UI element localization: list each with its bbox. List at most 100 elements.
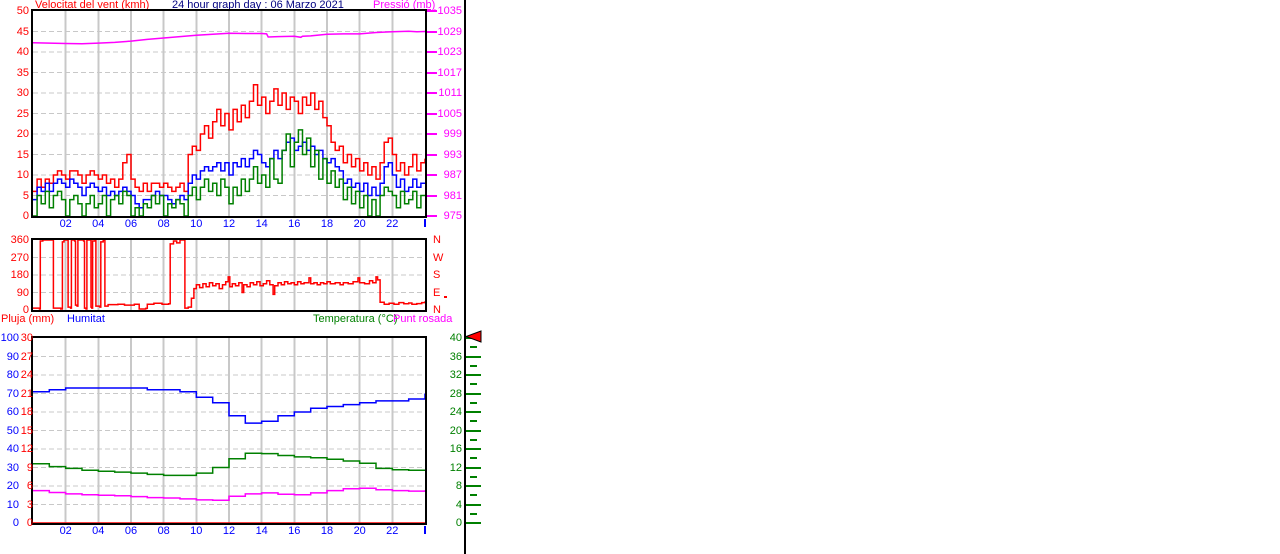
wind-axis-label: 35 — [16, 66, 29, 79]
x-axis-end-tick — [424, 526, 426, 534]
chart-canvas — [33, 338, 425, 523]
temp-axis-label: 36 — [449, 350, 462, 363]
temp-axis-label: 28 — [449, 387, 462, 400]
pressure-axis-label: 1005 — [437, 107, 462, 120]
pressure-axis-label: 1011 — [438, 87, 462, 99]
hour-label-top: 02 — [59, 218, 72, 230]
rain-axis-label: 15 — [20, 424, 33, 437]
pressure-axis-label: 981 — [443, 189, 462, 202]
hour-label-bottom: 04 — [92, 525, 105, 537]
humidity-axis-label: 50 — [6, 424, 19, 437]
pressure-axis-tick — [427, 10, 437, 12]
hour-label-bottom: 10 — [190, 525, 203, 537]
temp-axis-tick-major — [466, 485, 481, 487]
temp-axis-label: 20 — [449, 424, 462, 437]
hour-label-bottom: 14 — [255, 525, 268, 537]
rain-axis-label: 3 — [26, 498, 33, 511]
humidity-axis-label: 20 — [6, 480, 19, 492]
rain-axis-label: 9 — [26, 461, 33, 474]
humidity-axis-label: 90 — [6, 350, 19, 363]
hour-label-top: 14 — [255, 218, 268, 230]
direction-axis-label: 360 — [10, 234, 29, 246]
legend-dewpoint: Punt rosada — [393, 313, 453, 325]
humidity-axis-label: 40 — [6, 443, 19, 455]
temp-axis-tick-major — [466, 522, 481, 524]
pressure-axis-label: 1029 — [437, 25, 462, 38]
temp-axis-tick-minor — [470, 346, 477, 349]
wind-direction-chart — [31, 238, 427, 312]
hour-label-top: 16 — [288, 218, 301, 230]
wind-axis-label: 15 — [16, 148, 29, 161]
current-value-arrow-icon — [465, 330, 482, 343]
temp-axis-tick-major — [466, 448, 481, 450]
wind-axis-label: 20 — [16, 128, 29, 140]
hour-label-bottom: 22 — [386, 525, 399, 537]
hour-label-bottom: 06 — [124, 525, 138, 537]
pressure-axis-tick — [427, 112, 437, 115]
pressure-axis-tick — [427, 215, 437, 217]
temp-humidity-rain-chart — [31, 336, 427, 525]
pressure-axis-tick — [427, 133, 437, 135]
rain-axis-label: 6 — [26, 480, 33, 492]
humidity-axis-label: 60 — [6, 406, 19, 418]
rain-axis-label: 24 — [20, 369, 33, 381]
hour-label-bottom: 12 — [222, 525, 236, 537]
legend-temperature: Temperatura (°C) — [313, 313, 398, 325]
wind-axis-label: 40 — [16, 46, 29, 58]
pressure-axis-label: 999 — [443, 128, 462, 140]
temp-axis-tick-major — [466, 429, 481, 432]
temp-axis-label: 32 — [449, 369, 462, 381]
humidity-axis-label: 70 — [6, 387, 19, 400]
pressure-axis-tick — [427, 51, 437, 53]
temp-axis-tick-minor — [470, 512, 477, 515]
rain-axis-label: 12 — [20, 443, 33, 455]
direction-compass-label: S — [433, 269, 441, 281]
direction-axis-label: 90 — [16, 286, 29, 299]
direction-compass-label: W — [433, 251, 444, 264]
temp-axis-label: 24 — [449, 406, 462, 418]
direction-axis-dot — [444, 296, 447, 298]
chart-canvas — [33, 240, 425, 310]
rain-axis-label: 18 — [20, 406, 33, 418]
temp-axis-label: 16 — [449, 443, 462, 455]
direction-axis-label: 270 — [10, 251, 29, 264]
pressure-axis-tick — [427, 71, 437, 74]
hour-label-top: 18 — [320, 218, 334, 230]
rain-axis-label: 0 — [26, 517, 33, 529]
temp-axis-label: 8 — [455, 480, 462, 492]
wind-axis-label: 50 — [16, 5, 29, 17]
hour-label-top: 10 — [190, 218, 203, 230]
pressure-axis-label: 975 — [443, 210, 462, 222]
temp-axis-tick-major — [466, 374, 481, 376]
temp-axis-label: 0 — [455, 517, 462, 529]
wind-axis-label: 5 — [22, 189, 29, 202]
rain-axis-label: 30 — [20, 332, 33, 344]
temp-axis-tick-major — [466, 355, 481, 358]
legend-rain: Pluja (mm) — [1, 313, 55, 325]
pressure-axis-label: 1035 — [437, 5, 462, 17]
direction-axis-label: 180 — [10, 269, 29, 281]
temp-axis-tick-major — [466, 466, 481, 469]
pressure-axis-label: 993 — [443, 148, 462, 161]
pressure-axis-tick — [427, 153, 437, 156]
direction-compass-label: N — [433, 234, 441, 246]
temp-axis-tick-major — [466, 392, 481, 395]
humidity-axis-label: 100 — [0, 332, 19, 344]
wind-axis-label: 30 — [16, 87, 29, 99]
hour-label-bottom: 16 — [288, 525, 301, 537]
temp-axis-label: 4 — [455, 498, 462, 511]
rain-axis-label: 27 — [20, 350, 33, 363]
temp-axis-tick-major — [466, 411, 481, 413]
wind-axis-label: 0 — [22, 210, 29, 222]
temp-axis-tick-minor — [470, 383, 477, 386]
hour-label-top: 06 — [124, 218, 138, 230]
pressure-axis-label: 987 — [443, 169, 462, 181]
pressure-axis-label: 1023 — [437, 46, 462, 58]
hour-label-top: 12 — [222, 218, 236, 230]
pressure-axis-tick — [427, 92, 437, 94]
pressure-axis-label: 1017 — [437, 66, 462, 79]
legend-humidity: Humitat — [67, 313, 105, 325]
temp-axis-label: 12 — [449, 461, 462, 474]
hour-label-bottom: 20 — [353, 525, 366, 537]
hour-label-top: 20 — [353, 218, 366, 230]
